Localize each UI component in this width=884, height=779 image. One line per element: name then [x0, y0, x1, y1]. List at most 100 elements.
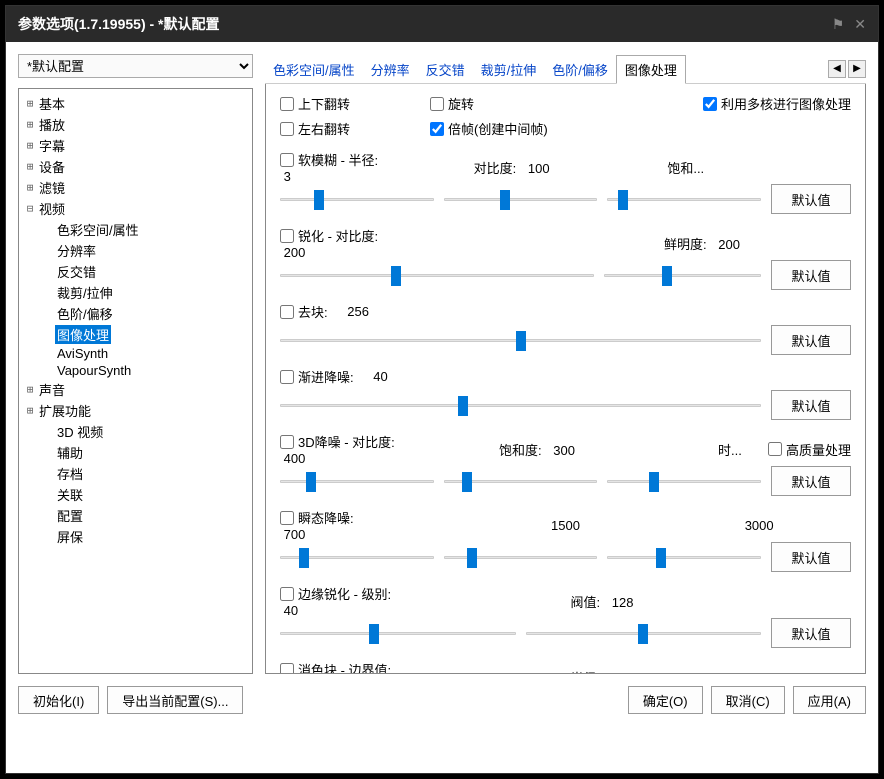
- collapse-icon[interactable]: ⊟: [23, 202, 37, 215]
- expand-icon[interactable]: ⊞: [23, 97, 37, 110]
- tree-item[interactable]: ⊞声音: [21, 379, 250, 400]
- tree-item-label: AviSynth: [55, 346, 110, 361]
- profile-select[interactable]: *默认配置: [18, 54, 253, 78]
- denoise3d-checkbox[interactable]: 3D降噪 - 对比度:: [280, 432, 489, 451]
- tab[interactable]: 色阶/偏移: [544, 56, 616, 83]
- tree-item[interactable]: 分辨率: [21, 240, 250, 261]
- edge-sharpen-default-button[interactable]: 默认值: [771, 618, 851, 648]
- tree-item-label: 配置: [55, 506, 85, 525]
- double-frame-checkbox[interactable]: 倍帧(创建中间帧): [430, 119, 548, 138]
- softblur-radius-value: 3: [284, 169, 291, 184]
- tree-item[interactable]: 色阶/偏移: [21, 303, 250, 324]
- close-icon[interactable]: ✕: [854, 16, 866, 33]
- tree-item[interactable]: ⊞基本: [21, 93, 250, 114]
- softblur-saturation-slider[interactable]: [607, 188, 761, 210]
- edge-sharpen-threshold-slider[interactable]: [526, 622, 762, 644]
- tree-item[interactable]: 配置: [21, 505, 250, 526]
- tree-item[interactable]: 关联: [21, 484, 250, 505]
- tree-item[interactable]: ⊞字幕: [21, 135, 250, 156]
- tree-item-label: 设备: [37, 157, 67, 176]
- pin-icon[interactable]: ⚑: [832, 16, 845, 33]
- settings-tree[interactable]: ⊞基本⊞播放⊞字幕⊞设备⊞滤镜⊟视频色彩空间/属性分辨率反交错裁剪/拉伸色阶/偏…: [18, 88, 253, 674]
- tree-item[interactable]: 3D 视频: [21, 421, 250, 442]
- tree-item-label: 存档: [55, 464, 85, 483]
- window-title: 参数选项(1.7.19955) - *默认配置: [18, 14, 832, 34]
- export-config-button[interactable]: 导出当前配置(S)...: [107, 686, 243, 714]
- tree-item[interactable]: ⊞设备: [21, 156, 250, 177]
- tree-item[interactable]: ⊞播放: [21, 114, 250, 135]
- tree-item-label: 屏保: [55, 527, 85, 546]
- tab[interactable]: 反交错: [418, 56, 473, 83]
- denoise3d-time-slider[interactable]: [607, 470, 761, 492]
- expand-icon[interactable]: ⊞: [23, 404, 37, 417]
- temporal-default-button[interactable]: 默认值: [771, 542, 851, 572]
- tab[interactable]: 色彩空间/属性: [265, 56, 363, 83]
- dering-checkbox[interactable]: 消色块 - 边界值:: [280, 660, 561, 674]
- temporal-v1: 700: [284, 527, 306, 542]
- titlebar: 参数选项(1.7.19955) - *默认配置 ⚑ ✕: [6, 6, 878, 42]
- rotate-checkbox[interactable]: 旋转: [430, 94, 474, 113]
- edge-sharpen-level-slider[interactable]: [280, 622, 516, 644]
- deblock-default-button[interactable]: 默认值: [771, 325, 851, 355]
- apply-button[interactable]: 应用(A): [793, 686, 866, 714]
- edge-sharpen-checkbox[interactable]: 边缘锐化 - 级别:: [280, 584, 561, 603]
- tab-prev-button[interactable]: ◀: [828, 60, 846, 78]
- tree-item[interactable]: VapourSynth: [21, 362, 250, 379]
- softblur-default-button[interactable]: 默认值: [771, 184, 851, 214]
- flip-vertical-checkbox[interactable]: 上下翻转: [280, 94, 350, 113]
- cancel-button[interactable]: 取消(C): [711, 686, 785, 714]
- denoise3d-contrast-slider[interactable]: [280, 470, 434, 492]
- expand-icon[interactable]: ⊞: [23, 160, 37, 173]
- expand-icon[interactable]: ⊞: [23, 118, 37, 131]
- multicore-checkbox[interactable]: 利用多核进行图像处理: [703, 94, 851, 113]
- denoise3d-hq-checkbox[interactable]: 高质量处理: [768, 440, 851, 459]
- temporal-slider-2[interactable]: [444, 546, 598, 568]
- tree-item[interactable]: ⊟视频: [21, 198, 250, 219]
- tree-item-label: 声音: [37, 380, 67, 399]
- sharpen-clarity-slider[interactable]: [604, 264, 761, 286]
- tree-item[interactable]: ⊞滤镜: [21, 177, 250, 198]
- grad-denoise-checkbox[interactable]: 渐进降噪:: [280, 367, 354, 386]
- tree-item[interactable]: 图像处理: [21, 324, 250, 345]
- tab[interactable]: 裁剪/拉伸: [473, 56, 545, 83]
- denoise3d-default-button[interactable]: 默认值: [771, 466, 851, 496]
- tree-item[interactable]: 色彩空间/属性: [21, 219, 250, 240]
- grad-denoise-value: 40: [373, 369, 387, 384]
- denoise3d-saturation-slider[interactable]: [444, 470, 598, 492]
- temporal-slider-3[interactable]: [607, 546, 761, 568]
- tab[interactable]: 图像处理: [616, 55, 686, 84]
- tree-item[interactable]: 裁剪/拉伸: [21, 282, 250, 303]
- tree-item[interactable]: 屏保: [21, 526, 250, 547]
- expand-icon[interactable]: ⊞: [23, 139, 37, 152]
- temporal-v3: 3000: [745, 518, 774, 533]
- tree-item-label: 分辨率: [55, 241, 98, 260]
- grad-denoise-default-button[interactable]: 默认值: [771, 390, 851, 420]
- sharpen-default-button[interactable]: 默认值: [771, 260, 851, 290]
- expand-icon[interactable]: ⊞: [23, 181, 37, 194]
- softblur-radius-slider[interactable]: [280, 188, 434, 210]
- temporal-denoise-checkbox[interactable]: 瞬态降噪:: [280, 508, 464, 527]
- softblur-checkbox[interactable]: 软模糊 - 半径:: [280, 150, 464, 169]
- sharpen-checkbox[interactable]: 锐化 - 对比度:: [280, 226, 654, 245]
- deblock-slider[interactable]: [280, 329, 761, 351]
- tree-item[interactable]: ⊞扩展功能: [21, 400, 250, 421]
- deblock-value: 256: [347, 304, 369, 319]
- softblur-contrast-slider[interactable]: [444, 188, 598, 210]
- tree-item[interactable]: 存档: [21, 463, 250, 484]
- tree-item[interactable]: AviSynth: [21, 345, 250, 362]
- grad-denoise-slider[interactable]: [280, 394, 761, 416]
- tab[interactable]: 分辨率: [363, 56, 418, 83]
- sharpen-contrast-slider[interactable]: [280, 264, 594, 286]
- initialize-button[interactable]: 初始化(I): [18, 686, 99, 714]
- flip-horizontal-checkbox[interactable]: 左右翻转: [280, 119, 350, 138]
- ok-button[interactable]: 确定(O): [628, 686, 703, 714]
- denoise3d-saturation-value: 300: [553, 443, 575, 458]
- tree-item[interactable]: 辅助: [21, 442, 250, 463]
- deblock-checkbox[interactable]: 去块:: [280, 302, 328, 321]
- tab-next-button[interactable]: ▶: [848, 60, 866, 78]
- tree-item-label: 3D 视频: [55, 422, 105, 441]
- sharpen-clarity-value: 200: [718, 237, 740, 252]
- expand-icon[interactable]: ⊞: [23, 383, 37, 396]
- temporal-slider-1[interactable]: [280, 546, 434, 568]
- tree-item[interactable]: 反交错: [21, 261, 250, 282]
